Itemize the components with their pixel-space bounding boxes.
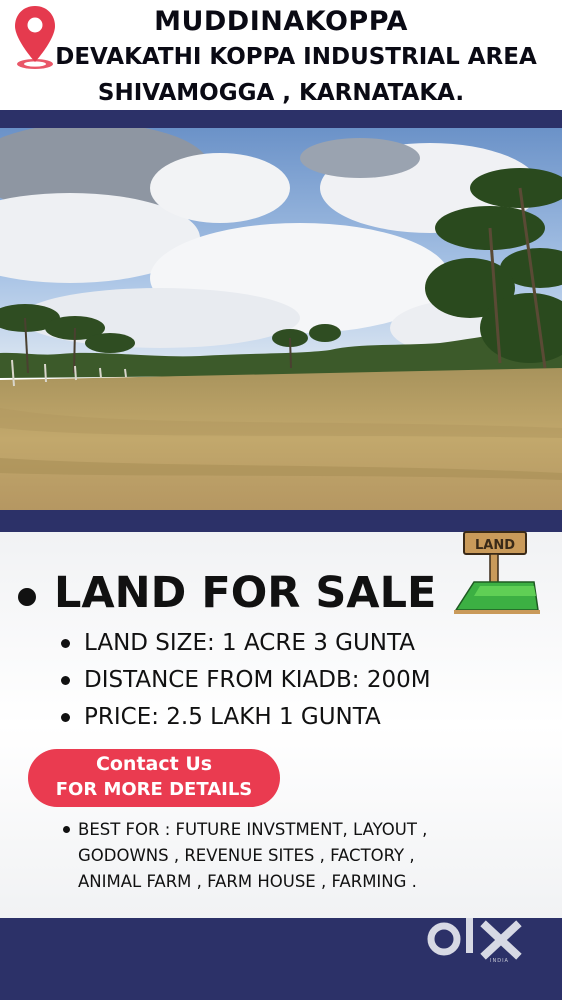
contact-button-sublabel: FOR MORE DETAILS [55,779,253,800]
location-area: DEVAKATHI KOPPA INDUSTRIAL AREA [55,44,537,70]
top-band [0,110,562,128]
contact-button-label: Contact Us [95,753,213,775]
heading-bullet [18,588,36,606]
best-for-line: ANIMAL FARM , FARM HOUSE , FARMING . [78,872,417,891]
spec-text: LAND SIZE: 1 ACRE 3 GUNTA [84,630,415,656]
listing-heading: LAND FOR SALE [54,568,437,618]
location-title: MUDDINAKOPPA [154,6,408,37]
spec-item-distance: DISTANCE FROM KIADB: 200M [60,665,431,702]
spec-item-price: PRICE: 2.5 LAKH 1 GUNTA [60,702,431,739]
best-for-line: GODOWNS , REVENUE SITES , FACTORY , [78,846,415,865]
contact-us-button[interactable]: Contact Us FOR MORE DETAILS [28,749,280,807]
spec-text: DISTANCE FROM KIADB: 200M [84,667,431,693]
best-for-line: BEST FOR : FUTURE INVSTMENT, LAYOUT , [78,820,428,839]
spec-bullet [61,713,70,722]
spec-item-land-size: LAND SIZE: 1 ACRE 3 GUNTA [60,628,431,665]
spec-list: LAND SIZE: 1 ACRE 3 GUNTA DISTANCE FROM … [60,628,431,739]
land-sign-text: LAND [475,538,515,553]
land-sign-icon: LAND [454,531,540,614]
best-for-bullet [63,826,70,833]
olx-logo [427,918,522,960]
location-city: SHIVAMOGGA , KARNATAKA. [97,80,465,106]
best-for-text: BEST FOR : FUTURE INVSTMENT, LAYOUT , GO… [78,817,548,895]
spec-text: PRICE: 2.5 LAKH 1 GUNTA [84,704,381,730]
land-photo [0,128,562,510]
olx-logo-sub: INDIA [490,958,509,964]
spec-bullet [61,639,70,648]
middle-band [0,510,562,532]
spec-bullet [61,676,70,685]
header: MUDDINAKOPPA DEVAKATHI KOPPA INDUSTRIAL … [0,0,562,110]
